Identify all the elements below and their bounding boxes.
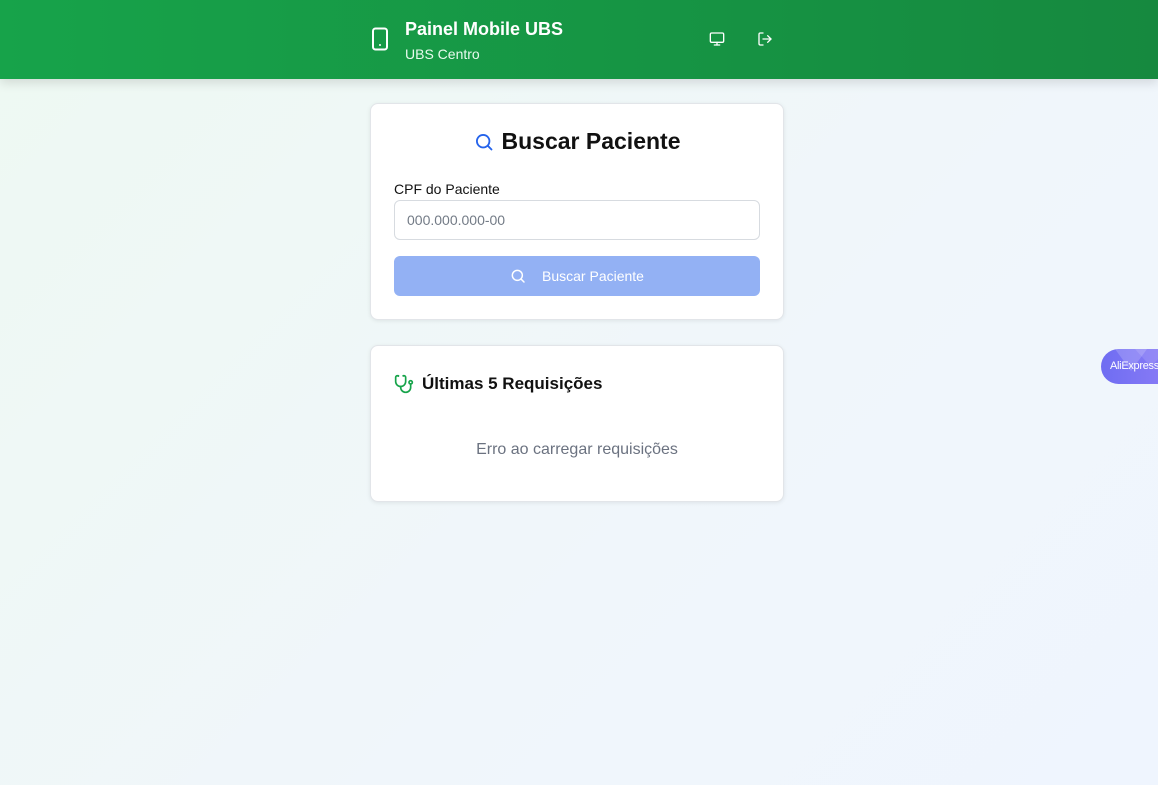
search-button-label: Buscar Paciente <box>542 268 644 284</box>
cpf-input[interactable] <box>394 200 760 240</box>
app-title: Painel Mobile UBS <box>405 19 564 39</box>
requests-error-message: Erro ao carregar requisições <box>476 441 678 458</box>
logout-icon <box>758 32 772 46</box>
search-icon <box>511 269 525 283</box>
search-icon <box>475 133 492 150</box>
search-title-text: Buscar Paciente <box>501 128 681 154</box>
search-patient-button[interactable]: Buscar Paciente <box>394 256 760 296</box>
brand: Painel Mobile UBS UBS Centro <box>371 18 563 63</box>
search-card-title: Buscar Paciente <box>371 128 783 155</box>
recent-requests-card: Últimas 5 Requisições Erro ao carregar r… <box>370 345 784 502</box>
unit-name: UBS Centro <box>405 46 480 62</box>
smartphone-icon <box>372 27 388 51</box>
logout-button[interactable] <box>753 27 777 51</box>
cpf-label: CPF do Paciente <box>394 181 500 197</box>
aliexpress-extension-tab[interactable]: AliExpress <box>1101 349 1158 384</box>
search-patient-card: Buscar Paciente CPF do Paciente Buscar P… <box>370 103 784 320</box>
requests-title-text: Últimas 5 Requisições <box>422 374 603 393</box>
top-header: Painel Mobile UBS UBS Centro <box>0 0 1158 79</box>
requests-card-title: Últimas 5 Requisições <box>394 374 602 394</box>
aliexpress-label: AliExpress <box>1110 360 1158 372</box>
monitor-icon <box>709 32 725 46</box>
stethoscope-icon <box>394 374 414 394</box>
desktop-view-button[interactable] <box>705 27 729 51</box>
